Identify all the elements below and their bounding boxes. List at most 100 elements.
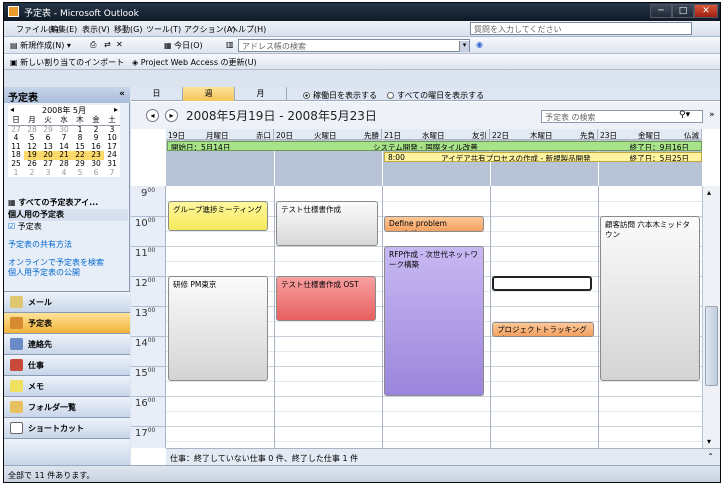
nav-shortcuts-button[interactable]: ショートカット <box>4 417 130 438</box>
chevron-down-icon[interactable]: ▾ <box>459 41 469 52</box>
tasks-bar[interactable]: 仕事：終了していない仕事 0 件、終了した仕事 1 件 ⌃ <box>166 448 720 465</box>
forward-arrow-icon[interactable]: ▸ <box>165 109 178 122</box>
calendar-item[interactable]: ☑ 予定表 <box>8 221 128 233</box>
calendar-list: ▦ すべての予定表アイ... 個人用の予定表 ☑ 予定表 予定表の共有方法 オン… <box>8 197 128 277</box>
day-header-wed[interactable]: 21日 水曜日 友引 <box>382 129 490 140</box>
personal-calendars-header[interactable]: 個人用の予定表 <box>8 209 128 221</box>
nav-title: 予定表 <box>8 93 38 104</box>
vertical-scrollbar[interactable]: ▴ ▾ <box>702 186 720 448</box>
nav-shortcuts-label: ショートカット <box>28 424 84 433</box>
today-button[interactable]: ▦ 今日(O) <box>164 40 203 51</box>
new-button[interactable]: ▤ 新規作成(N) ▾ <box>10 40 71 51</box>
radio-all-days[interactable]: すべての曜日を表示する <box>387 90 484 101</box>
new-icon: ▤ <box>10 41 21 50</box>
all-calendars-item[interactable]: ▦ すべての予定表アイ... <box>8 197 128 209</box>
expand-icon[interactable]: » <box>709 110 715 120</box>
appointment[interactable]: プロジェクトトラッキングプロセ <box>492 322 594 337</box>
hour-num: 17 <box>135 428 148 439</box>
delete-icon[interactable]: ✕ <box>116 40 123 49</box>
share-calendar-link[interactable]: 予定表の共有方法 <box>8 239 128 251</box>
appointment[interactable]: グループ進捗ミーティング <box>168 201 268 231</box>
help-search-input[interactable]: 質問を入力してください <box>470 22 692 35</box>
selected-time-slot[interactable] <box>492 276 592 291</box>
weekday-thu: 木 <box>72 115 88 126</box>
radio-workdays[interactable]: 稼働日を表示する <box>303 90 377 101</box>
import-icon: ▣ <box>10 58 21 67</box>
tab-month[interactable]: 月 <box>235 87 287 101</box>
day-header-thu[interactable]: 22日 木曜日 先負 <box>490 129 598 140</box>
date-range-header: ◂ ▸ 2008年5月19日 - 2008年5月23日 予定表 の検索 ⚲▾ » <box>131 102 720 129</box>
day-cell[interactable]: 1 <box>8 168 24 178</box>
nav-mail-button[interactable]: メール <box>4 291 130 312</box>
appointment[interactable]: テスト仕様書作成 <box>276 201 378 246</box>
tab-week[interactable]: 週 <box>183 87 235 101</box>
day-cell[interactable]: 5 <box>72 168 88 178</box>
day-header-mon[interactable]: 19日 月曜日 赤口 <box>166 129 274 140</box>
menu-bar: ファイル(F) 編集(E) 表示(V) 移動(G) ツール(T) アクション(A… <box>4 21 720 37</box>
nav-notes-label: メモ <box>28 382 44 391</box>
day-cell[interactable]: 7 <box>104 168 120 178</box>
print-icon[interactable]: ⎙ <box>90 40 96 50</box>
search-online-link[interactable]: オンラインで予定表を検索 <box>8 257 128 267</box>
scroll-up-icon[interactable]: ▴ <box>707 188 711 197</box>
scroll-down-icon[interactable]: ▾ <box>707 437 711 446</box>
time-grid[interactable]: グループ進捗ミーティング テスト仕様書作成 Define problem res… <box>166 186 702 448</box>
search-icon[interactable]: ⚲▾ <box>679 110 690 120</box>
window-title: 予定表 - Microsoft Outlook <box>24 9 139 19</box>
tab-day[interactable]: 日 <box>131 87 183 101</box>
address-book-search[interactable]: アドレス帳の検索 <box>238 39 470 52</box>
calendar-item-label: 予定表 <box>17 222 42 231</box>
menu-go[interactable]: 移動(G) <box>114 24 142 35</box>
expand-up-icon[interactable]: ⌃ <box>707 452 714 461</box>
publish-calendar-link[interactable]: 個人用予定表の公開 <box>8 267 128 277</box>
prev-month-icon[interactable]: ◂ <box>10 105 14 114</box>
appointment[interactable]: RFP作成 - 次世代ネットワーク構築 <box>384 246 484 396</box>
day-num: 22日 <box>492 131 510 140</box>
scrollbar-thumb[interactable] <box>705 306 718 386</box>
menu-help[interactable]: ヘルプ(H) <box>230 24 266 35</box>
day-cell[interactable]: 4 <box>56 168 72 178</box>
nav-tasks-button[interactable]: 仕事 <box>4 354 130 375</box>
banner-title: システム開発 - 国際タイル改善 <box>373 143 478 151</box>
day-header-tue[interactable]: 20日 火曜日 先勝 <box>274 129 382 140</box>
menu-view[interactable]: 表示(V) <box>82 24 110 35</box>
nav-calendar-button[interactable]: 予定表 <box>4 312 130 333</box>
hour-label: 1200 <box>131 277 166 289</box>
appointment[interactable]: 研修 PM東京 <box>168 276 268 381</box>
nav-tasks-label: 仕事 <box>28 361 44 370</box>
maximize-button[interactable]: □ <box>672 4 694 18</box>
hour-num: 11 <box>135 248 148 259</box>
menu-tools[interactable]: ツール(T) <box>146 24 181 35</box>
pwa-label: Project Web Access の更新(U) <box>140 58 257 67</box>
nav-folders-button[interactable]: フォルダ一覧 <box>4 396 130 417</box>
nav-contacts-button[interactable]: 連絡先 <box>4 333 130 354</box>
move-icon[interactable]: ⇄ <box>104 40 111 49</box>
minimize-button[interactable]: ─ <box>650 4 672 18</box>
pwa-update-button[interactable]: ◈ Project Web Access の更新(U) <box>132 57 257 68</box>
help-icon[interactable]: ◉ <box>476 40 483 49</box>
appointment[interactable]: 顧客訪問 六本木ミッドタウン <box>600 216 700 381</box>
nav-notes-button[interactable]: メモ <box>4 375 130 396</box>
weekday-wed: 水 <box>56 115 72 126</box>
minute-suffix: 00 <box>147 397 156 404</box>
day-cell[interactable]: 6 <box>88 168 104 178</box>
outlook-app-icon <box>8 6 19 17</box>
back-arrow-icon[interactable]: ◂ <box>146 109 159 122</box>
hour-num: 13 <box>135 308 148 319</box>
collapse-icon[interactable]: « <box>119 89 125 99</box>
address-book-icon[interactable]: ▥ <box>226 40 234 49</box>
day-cell[interactable]: 3 <box>40 168 56 178</box>
idea-process-banner[interactable]: 8:00 アイデア共有プロセスの作成 - 新規製品開発 終了日：5月25日 <box>384 152 702 162</box>
appointment[interactable]: テスト仕様書作成 OST <box>276 276 376 321</box>
menu-edit[interactable]: 編集(E) <box>50 24 77 35</box>
next-month-icon[interactable]: ▸ <box>114 105 118 114</box>
hour-label: 1700 <box>131 427 166 439</box>
menu-actions[interactable]: アクション(A) <box>184 24 235 35</box>
import-assignments-button[interactable]: ▣ 新しい割り当てのインポート <box>10 57 124 68</box>
system-dev-banner[interactable]: 開始日：5月14日 システム開発 - 国際タイル改善 終了日：9月16日 <box>167 141 702 151</box>
close-button[interactable]: ✕ <box>694 4 718 18</box>
banner-end-date: 終了日：9月16日 <box>629 143 689 151</box>
day-header-fri[interactable]: 23日 金曜日 仏滅 <box>598 129 702 140</box>
day-cell[interactable]: 2 <box>24 168 40 178</box>
appointment[interactable]: Define problem resolution <box>384 216 484 232</box>
